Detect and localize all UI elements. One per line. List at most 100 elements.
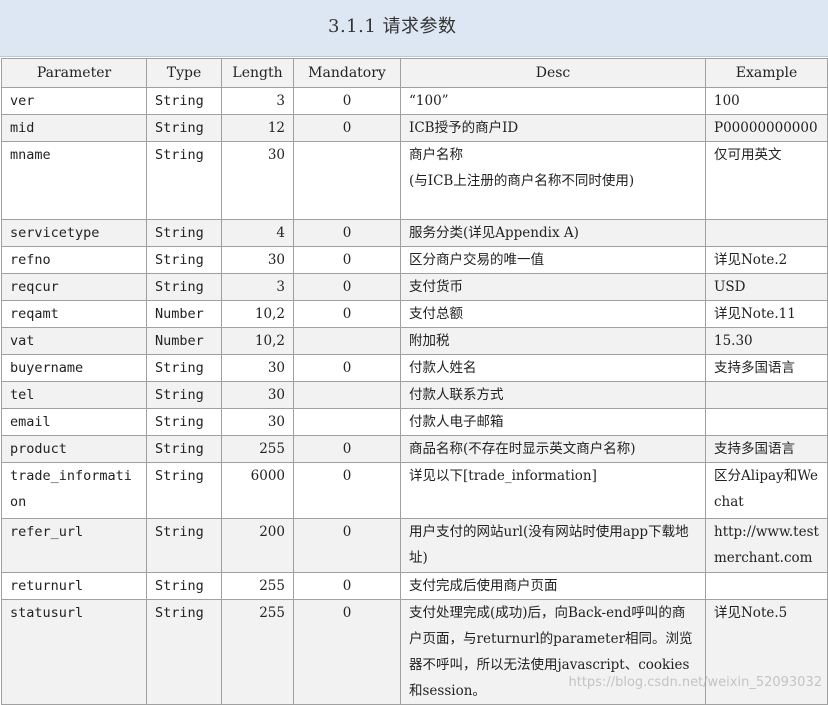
cell-desc: 支付完成后使用商户页面 <box>400 572 706 600</box>
table-row: servicetype String 4 0 服务分类(详见Appendix A) <box>1 219 828 247</box>
cell-desc: 付款人联系方式 <box>400 381 706 409</box>
cell-type: String <box>146 219 222 247</box>
cell-mandatory <box>293 408 401 436</box>
cell-desc: 商品名称(不存在时显示英文商户名称) <box>400 435 706 463</box>
cell-desc: 支付总额 <box>400 300 706 328</box>
cell-mandatory: 0 <box>293 273 401 301</box>
cell-mandatory: 0 <box>293 354 401 382</box>
cell-parameter: refno <box>1 246 147 274</box>
watermark: https://blog.csdn.net/weixin_52093032 <box>568 675 822 690</box>
cell-example: 仅可用英文 <box>705 141 828 220</box>
cell-type: String <box>146 141 222 220</box>
cell-length: 30 <box>221 246 294 274</box>
cell-parameter: reqamt <box>1 300 147 328</box>
cell-mandatory: 0 <box>293 435 401 463</box>
cell-length: 10,2 <box>221 300 294 328</box>
cell-length: 3 <box>221 87 294 115</box>
cell-length: 4 <box>221 219 294 247</box>
cell-type: String <box>146 599 222 705</box>
section-header: 3.1.1 请求参数 <box>0 0 828 57</box>
cell-example: USD <box>705 273 828 301</box>
cell-length: 10,2 <box>221 327 294 355</box>
cell-example <box>705 381 828 409</box>
cell-mandatory: 0 <box>293 114 401 142</box>
cell-example: 详见Note.2 <box>705 246 828 274</box>
cell-parameter: returnurl <box>1 572 147 600</box>
cell-length: 255 <box>221 435 294 463</box>
cell-parameter: vat <box>1 327 147 355</box>
cell-parameter: mid <box>1 114 147 142</box>
cell-parameter: servicetype <box>1 219 147 247</box>
cell-type: String <box>146 87 222 115</box>
cell-example: http://www.testmerchant.com <box>705 518 828 573</box>
cell-mandatory: 0 <box>293 599 401 705</box>
cell-parameter: mname <box>1 141 147 220</box>
table-row: refno String 30 0 区分商户交易的唯一值 详见Note.2 <box>1 246 828 274</box>
cell-mandatory: 0 <box>293 246 401 274</box>
cell-length: 200 <box>221 518 294 573</box>
cell-length: 255 <box>221 599 294 705</box>
cell-parameter: email <box>1 408 147 436</box>
cell-example: 15.30 <box>705 327 828 355</box>
table-row: reqamt Number 10,2 0 支付总额 详见Note.11 <box>1 300 828 328</box>
table-row: buyername String 30 0 付款人姓名 支持多国语言 <box>1 354 828 382</box>
cell-type: String <box>146 354 222 382</box>
cell-type: String <box>146 408 222 436</box>
cell-desc: 详见以下[trade_information] <box>400 462 706 519</box>
cell-parameter: product <box>1 435 147 463</box>
cell-parameter: ver <box>1 87 147 115</box>
table-row: returnurl String 255 0 支付完成后使用商户页面 <box>1 572 828 600</box>
cell-desc: “100” <box>400 87 706 115</box>
header-example: Example <box>705 58 828 88</box>
header-length: Length <box>221 58 294 88</box>
header-desc: Desc <box>400 58 706 88</box>
table-row: product String 255 0 商品名称(不存在时显示英文商户名称) 支持多国语… <box>1 435 828 463</box>
cell-length: 3 <box>221 273 294 301</box>
table-body: ver String 3 0 “100” 100 mid String 12 0 ICB授予的商户I… <box>1 87 828 705</box>
cell-example: 区分Alipay和Wechat <box>705 462 828 519</box>
cell-desc: 商户名称 (与ICB上注册的商户名称不同时使用) <box>400 141 706 220</box>
header-mandatory: Mandatory <box>293 58 401 88</box>
cell-desc: 用户支付的网站url(没有网站时使用app下载地址) <box>400 518 706 573</box>
cell-mandatory <box>293 327 401 355</box>
cell-desc: 支付货币 <box>400 273 706 301</box>
cell-desc: 服务分类(详见Appendix A) <box>400 219 706 247</box>
cell-length: 6000 <box>221 462 294 519</box>
table-row: email String 30 付款人电子邮箱 <box>1 408 828 436</box>
table-row: refer_url String 200 0 用户支付的网站url(没有网站时使用app… <box>1 518 828 573</box>
header-type: Type <box>146 58 222 88</box>
cell-mandatory: 0 <box>293 87 401 115</box>
cell-example <box>705 219 828 247</box>
cell-mandatory: 0 <box>293 300 401 328</box>
cell-example <box>705 572 828 600</box>
cell-mandatory: 0 <box>293 462 401 519</box>
cell-type: String <box>146 381 222 409</box>
cell-mandatory: 0 <box>293 572 401 600</box>
cell-type: Number <box>146 300 222 328</box>
cell-mandatory <box>293 381 401 409</box>
cell-length: 12 <box>221 114 294 142</box>
table-row: mid String 12 0 ICB授予的商户ID P00000000000 <box>1 114 828 142</box>
cell-length: 30 <box>221 354 294 382</box>
cell-length: 30 <box>221 141 294 220</box>
cell-desc: 付款人姓名 <box>400 354 706 382</box>
cell-example: 支持多国语言 <box>705 354 828 382</box>
cell-desc: 区分商户交易的唯一值 <box>400 246 706 274</box>
cell-parameter: statusurl <box>1 599 147 705</box>
cell-mandatory <box>293 141 401 220</box>
cell-parameter: buyername <box>1 354 147 382</box>
cell-desc: 付款人电子邮箱 <box>400 408 706 436</box>
parameter-table: Parameter Type Length Mandatory Desc Exa… <box>1 58 828 705</box>
cell-length: 30 <box>221 381 294 409</box>
cell-type: String <box>146 114 222 142</box>
table-row: mname String 30 商户名称 (与ICB上注册的商户名称不同时使用) 仅可用… <box>1 141 828 220</box>
cell-parameter: refer_url <box>1 518 147 573</box>
cell-type: String <box>146 462 222 519</box>
cell-example: 详见Note.11 <box>705 300 828 328</box>
cell-mandatory: 0 <box>293 219 401 247</box>
cell-length: 30 <box>221 408 294 436</box>
cell-type: String <box>146 572 222 600</box>
table-row: reqcur String 3 0 支付货币 USD <box>1 273 828 301</box>
section-title: 3.1.1 请求参数 <box>328 16 457 37</box>
header-parameter: Parameter <box>1 58 147 88</box>
